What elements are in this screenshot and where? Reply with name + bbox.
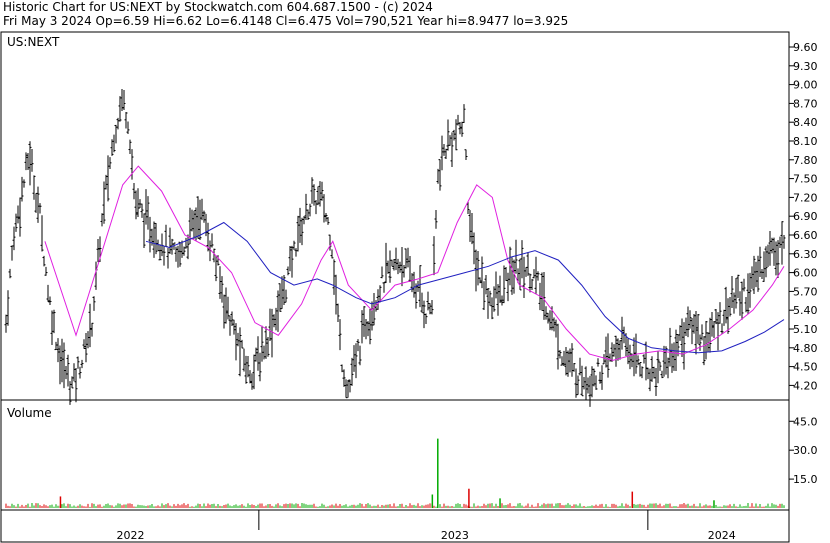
price-axis-tick-label: 8.40 [793, 116, 818, 129]
price-axis-tick-label: 9.30 [793, 60, 818, 73]
volume-axis-tick-label: 45.0 [793, 415, 818, 428]
price-axis-tick-label: 5.40 [793, 304, 818, 317]
price-panel-frame [0, 31, 790, 401]
price-axis-tick-label: 9.60 [793, 41, 818, 54]
price-axis-tick-label: 8.10 [793, 135, 818, 148]
date-axis-tick-label: 2023 [441, 529, 469, 542]
date-axis-tick-label: 2024 [708, 529, 736, 542]
price-axis-tick-label: 5.10 [793, 323, 818, 336]
price-axis-tick-label: 7.80 [793, 154, 818, 167]
price-axis-tick-label: 4.50 [793, 361, 818, 374]
price-axis-tick-label: 9.00 [793, 79, 818, 92]
price-axis-tick-label: 7.50 [793, 173, 818, 186]
price-panel-label: US:NEXT [7, 35, 60, 49]
stock-chart: US:NEXT Volume 9.60 9.30 9.00 8.70 8.40 8.10 7… [0, 31, 818, 543]
volume-panel-frame [0, 399, 790, 511]
volume-panel-label: Volume [7, 406, 52, 420]
price-axis-tick-label: 6.90 [793, 210, 818, 223]
volume-axis-tick-label: 30.0 [793, 444, 818, 457]
date-axis-tick-label: 2022 [116, 529, 144, 542]
price-axis-tick-label: 6.00 [793, 267, 818, 280]
price-axis-tick-label: 6.30 [793, 248, 818, 261]
price-axis-tick-label: 4.20 [793, 379, 818, 392]
price-axis-tick-label: 7.20 [793, 191, 818, 204]
volume-axis-tick-label: 15.0 [793, 473, 818, 486]
price-axis-tick-label: 8.70 [793, 97, 818, 110]
price-axis-tick-label: 4.80 [793, 342, 818, 355]
price-axis-tick-label: 6.60 [793, 229, 818, 242]
price-axis-tick-label: 5.70 [793, 285, 818, 298]
